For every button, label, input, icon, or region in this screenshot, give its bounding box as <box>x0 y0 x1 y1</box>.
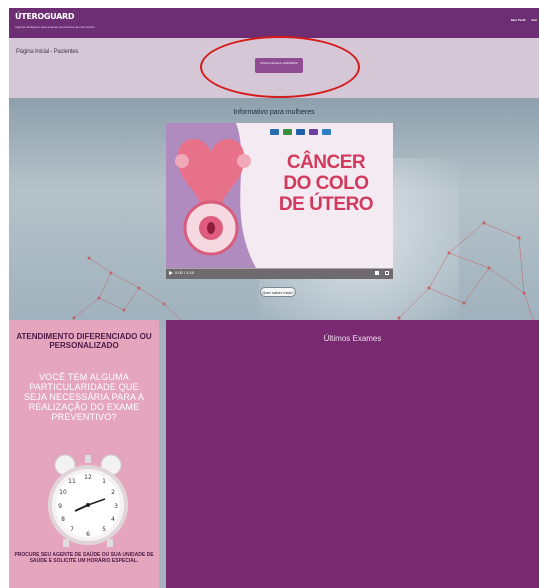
info-poster: ATENDIMENTO DIFERENCIADO OU PERSONALIZAD… <box>9 320 159 588</box>
svg-text:6: 6 <box>86 531 90 538</box>
brand-tagline: Agenda inteligente para exames preventiv… <box>15 25 95 29</box>
poster-heading: ATENDIMENTO DIFERENCIADO OU PERSONALIZAD… <box>16 332 152 350</box>
brand-logo[interactable]: ÚTEROGUARD <box>15 12 75 21</box>
learn-more-button[interactable]: Quer saber mais? <box>260 287 296 297</box>
nav-links: Meu Perfil Sair <box>511 18 537 22</box>
partner-logo-icon <box>270 129 279 135</box>
latest-exams-panel <box>166 320 539 588</box>
video-title-line: DO COLO <box>283 173 369 194</box>
video-controls: 0:00 / 3:15 <box>166 268 393 279</box>
uterus-illustration-icon <box>166 123 256 268</box>
nav-profile-link[interactable]: Meu Perfil <box>511 18 525 22</box>
video-player[interactable]: CÂNCER DO COLO DE ÚTERO 0:00 / 3:15 <box>166 123 393 279</box>
video-title-line: DE ÚTERO <box>278 194 374 215</box>
partner-logo-icon <box>309 129 318 135</box>
partner-logo-icon <box>322 129 331 135</box>
svg-text:7: 7 <box>70 526 74 533</box>
svg-text:2: 2 <box>111 489 115 496</box>
poster-footer: PROCURE SEU AGENTE DE SAÚDE OU SUA UNIDA… <box>14 552 154 564</box>
play-icon[interactable] <box>169 271 173 275</box>
highlight-annotation-circle <box>200 36 360 98</box>
video-progress-bar[interactable] <box>166 268 393 269</box>
top-navbar: ÚTEROGUARD Agenda inteligente para exame… <box>9 8 539 38</box>
volume-icon[interactable] <box>375 271 379 275</box>
svg-text:9: 9 <box>58 503 62 510</box>
partner-logos <box>270 129 331 135</box>
video-time: 0:00 / 3:15 <box>175 270 194 275</box>
network-graphic-right <box>397 221 536 325</box>
svg-text:12: 12 <box>84 474 92 481</box>
nav-logout-link[interactable]: Sair <box>531 18 537 22</box>
partner-logo-icon <box>283 129 292 135</box>
poster-question: VOCÊ TEM ALGUMA PARTICULARIDADE QUE SEJA… <box>23 372 145 422</box>
svg-text:1: 1 <box>102 478 106 485</box>
svg-text:3: 3 <box>114 503 118 510</box>
page: ÚTEROGUARD Agenda inteligente para exame… <box>9 8 539 588</box>
svg-text:4: 4 <box>111 516 115 523</box>
svg-text:8: 8 <box>61 516 65 523</box>
alarm-clock-icon: 12 12 3 45 6 78 9 1011 <box>48 454 128 547</box>
video-title-line: CÂNCER <box>286 152 366 173</box>
svg-text:5: 5 <box>102 526 106 533</box>
video-title: CÂNCER DO COLO DE ÚTERO <box>261 152 391 215</box>
section-title-informative: Informativo para mulheres <box>233 109 315 116</box>
latest-exams-title: Últimos Exames <box>323 334 382 343</box>
fullscreen-icon[interactable] <box>385 271 389 275</box>
svg-text:10: 10 <box>59 489 67 496</box>
svg-text:11: 11 <box>68 478 76 485</box>
partner-logo-icon <box>296 129 305 135</box>
breadcrumb: Página Inicial - Pacientes <box>16 49 79 55</box>
